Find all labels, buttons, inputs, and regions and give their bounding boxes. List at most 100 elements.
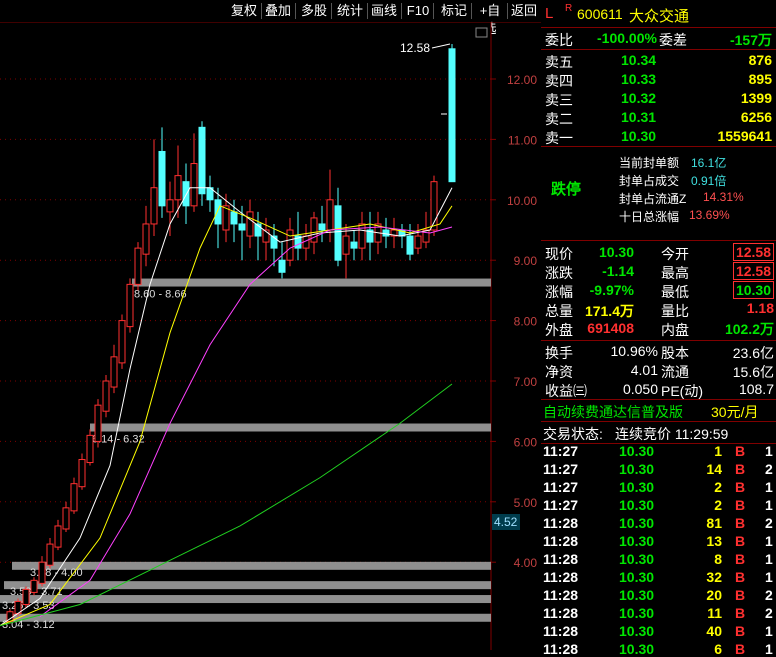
toolbar-button-8[interactable]: 返回 xyxy=(508,2,540,20)
quote-label-zf_label: 涨幅 xyxy=(545,284,573,300)
tick-vol: 2 xyxy=(714,497,722,513)
plot-area xyxy=(0,22,491,650)
tick-time: 11:28 xyxy=(543,551,579,567)
quote-value-np: 102.2万 xyxy=(724,321,774,337)
tick-vol: 8 xyxy=(714,551,722,567)
stock-name: 大众交通 xyxy=(629,8,690,25)
tick-count: 1 xyxy=(765,479,773,495)
candle-body xyxy=(214,199,222,225)
toolbar-button-4[interactable]: 画线 xyxy=(368,2,400,20)
kline-chart-svg[interactable]: 12.00 11.00 10.00 9.00 8.00 7.00 6.00 5.00 4.00 4… xyxy=(0,21,541,650)
candle-body xyxy=(134,247,142,285)
candle-body xyxy=(62,507,70,530)
quote-label-lb_label: 量比 xyxy=(661,303,689,319)
limit-label-2: 封单占流通Z xyxy=(619,192,687,206)
sell-vol-0: 876 xyxy=(748,52,772,68)
tick-price: 10.30 xyxy=(619,587,655,603)
toolbar-button-2[interactable]: 多股 xyxy=(298,2,330,20)
candle-body xyxy=(30,579,38,593)
tick-price: 10.30 xyxy=(619,605,655,621)
weicha-label: 委差 xyxy=(659,32,687,48)
support-zone xyxy=(4,581,491,590)
support-zone xyxy=(90,423,491,432)
candle-body xyxy=(406,235,414,255)
limit-value-2: 14.31% xyxy=(703,190,744,204)
tick-time: 11:28 xyxy=(543,533,579,549)
tick-count: 2 xyxy=(765,587,773,603)
candle-body xyxy=(102,380,110,412)
candle-body xyxy=(342,235,350,255)
quote-value-wp: 691408 xyxy=(587,320,634,336)
y-axis-label: 5.00 xyxy=(514,496,538,510)
tick-price: 10.30 xyxy=(619,443,655,459)
sell-vol-1: 895 xyxy=(748,71,772,87)
tick-side: B xyxy=(735,497,746,513)
kline-chart[interactable]: 12.00 11.00 10.00 9.00 8.00 7.00 6.00 5.00 4.00 4… xyxy=(0,21,541,650)
chart-toolbar: 复权叠加多股统计画线F10 标记+自选返回 xyxy=(0,0,542,36)
peak-price-label: 12.58 xyxy=(400,41,430,55)
candle-body xyxy=(414,235,422,249)
candle-body xyxy=(238,223,246,231)
fund-label-hs_label: 换手 xyxy=(545,345,573,361)
tick-time: 11:27 xyxy=(543,479,579,495)
tick-count: 2 xyxy=(765,461,773,477)
candle-body xyxy=(78,459,86,488)
tick-price: 10.30 xyxy=(619,569,655,585)
fund-label-sy_label: 收益㈢ xyxy=(545,383,587,399)
promo-price[interactable]: 30元/月 xyxy=(711,402,758,422)
weibi-value: -100.00% xyxy=(597,30,657,46)
fund-label-jz_label: 净资 xyxy=(545,364,573,380)
sell-price-2: 10.32 xyxy=(621,90,657,106)
toolbar-separator xyxy=(331,3,332,19)
support-zone-label: 8.60 - 8.66 xyxy=(134,289,187,301)
weibi-label: 委比 xyxy=(545,32,573,48)
tick-vol: 14 xyxy=(706,461,722,477)
trade-status-label: 交易状态: xyxy=(543,426,603,442)
tick-side: B xyxy=(735,641,746,657)
tick-side: B xyxy=(735,605,746,621)
quote-label-xj_label: 现价 xyxy=(545,246,573,262)
tick-side: B xyxy=(735,461,746,477)
toolbar-button-5[interactable]: F10 xyxy=(404,2,432,20)
candle-body xyxy=(182,181,190,207)
candle-body xyxy=(126,283,134,328)
quote-label-jk_label: 今开 xyxy=(661,246,689,262)
tick-count: 1 xyxy=(765,551,773,567)
sell-price-3: 10.31 xyxy=(621,109,657,125)
candle-body xyxy=(166,199,174,213)
flag-r: R xyxy=(565,3,573,14)
quote-label-zdi_label: 最低 xyxy=(661,284,689,300)
toolbar-button-7[interactable]: +自选 xyxy=(474,2,506,36)
y-axis-label: 9.00 xyxy=(514,254,538,268)
quote-value-xj: 10.30 xyxy=(598,244,634,260)
tick-time: 11:27 xyxy=(543,461,579,477)
toolbar-button-0[interactable]: 复权 xyxy=(228,2,260,20)
tick-side: B xyxy=(735,551,746,567)
fund-value-jz: 4.01 xyxy=(630,362,658,378)
tick-price: 10.30 xyxy=(619,515,655,531)
quote-value-zdi: 10.30 xyxy=(732,281,774,299)
tick-time: 11:27 xyxy=(543,497,579,513)
tick-price: 10.30 xyxy=(619,461,655,477)
candle-body xyxy=(246,211,254,237)
fund-label-lt_label: 流通 xyxy=(661,364,689,380)
current-price-label: 4.52 xyxy=(494,515,518,529)
y-axis-label: 4.00 xyxy=(514,556,538,570)
sell-vol-3: 6256 xyxy=(740,109,772,125)
quote-label-zd_label: 涨跌 xyxy=(545,265,573,281)
toolbar-button-3[interactable]: 统计 xyxy=(334,2,366,20)
sell-price-1: 10.33 xyxy=(621,71,657,87)
flag-l: L xyxy=(545,5,554,22)
toolbar-button-1[interactable]: 叠加 xyxy=(262,2,294,20)
limit-label-0: 当前封单额 xyxy=(619,156,680,170)
candle-body xyxy=(118,320,126,364)
candle-body xyxy=(174,175,182,201)
toolbar-button-6[interactable]: 标记 xyxy=(438,2,470,20)
tick-vol: 13 xyxy=(706,533,722,549)
tick-price: 10.30 xyxy=(619,497,655,513)
candle-body xyxy=(150,187,158,225)
promo-text[interactable]: 自动续费通达信普及版 xyxy=(543,402,683,422)
sell-label-3: 卖二 xyxy=(545,111,573,127)
tick-count: 2 xyxy=(765,515,773,531)
sell-vol-4: 1559641 xyxy=(717,128,772,144)
